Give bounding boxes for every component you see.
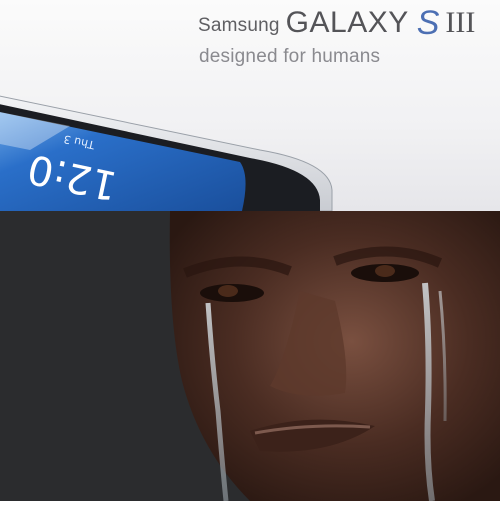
- brand-logo: Samsung GALAXY S III: [198, 4, 476, 42]
- tagline: designed for humans: [199, 46, 381, 67]
- right-iris: [375, 265, 395, 277]
- left-iris: [218, 285, 238, 297]
- brand-model: GALAXY: [285, 6, 409, 39]
- brand-model-numeral: III: [445, 6, 476, 39]
- brand-maker: Samsung: [198, 15, 280, 36]
- brand-model-mark: S: [416, 4, 440, 42]
- crying-man-photo: [0, 211, 500, 501]
- crying-man-panel: [0, 211, 500, 501]
- samsung-ad-panel: 12:0 Thu 3 Samsung GALAXY S III designed…: [0, 0, 500, 211]
